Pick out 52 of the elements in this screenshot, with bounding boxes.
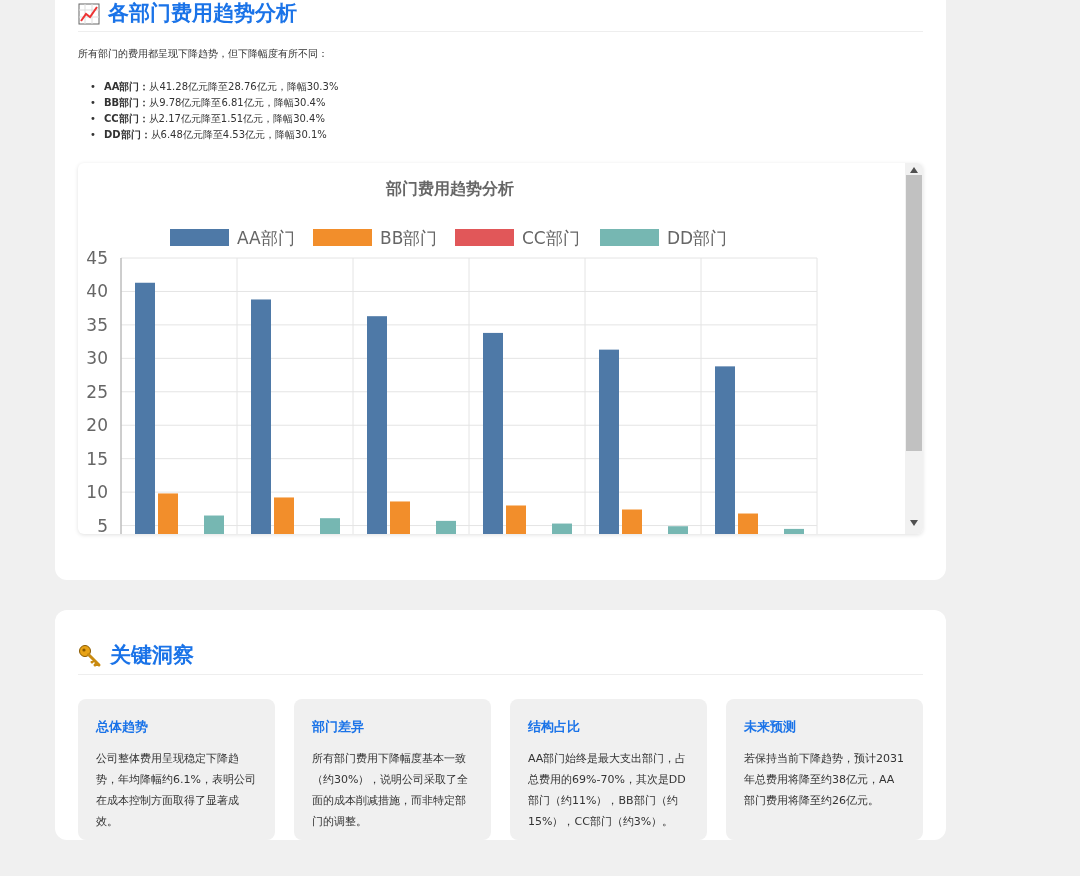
y-axis-label: 5 [97, 515, 108, 535]
card-title: 结构占比 [528, 717, 581, 736]
legend-item[interactable]: DD部门 [600, 228, 728, 249]
card-title: 未来预测 [744, 717, 797, 736]
department-summary: AA部门：从41.28亿元降至28.76亿元，降幅30.3% [103, 80, 339, 95]
bullet: • [90, 96, 96, 111]
legend-label: BB部门 [380, 228, 438, 249]
y-axis-label: 20 [86, 415, 108, 436]
legend-item[interactable]: CC部门 [455, 228, 580, 249]
bullet: • [90, 80, 96, 95]
bar [506, 505, 526, 535]
bar [622, 509, 642, 535]
y-axis-label: 35 [86, 315, 108, 336]
chart-title: 部门费用趋势分析 [386, 179, 514, 199]
department-summary: DD部门：从6.48亿元降至4.53亿元，降幅30.1% [103, 128, 327, 143]
legend-item[interactable]: BB部门 [313, 228, 438, 249]
legend-label: CC部门 [522, 228, 580, 249]
bar [204, 515, 224, 535]
legend-label: AA部门 [237, 228, 295, 249]
legend-label: DD部门 [667, 228, 728, 249]
bar [390, 501, 410, 535]
bar [738, 513, 758, 535]
key-icon [78, 643, 102, 668]
department-summary: CC部门：从2.17亿元降至1.51亿元，降幅30.4% [103, 112, 325, 127]
bar [274, 497, 294, 535]
y-axis-label: 30 [86, 348, 108, 369]
bullet: • [90, 112, 96, 127]
y-axis-label: 40 [86, 281, 108, 302]
department-summary: BB部门：从9.78亿元降至6.81亿元，降幅30.4% [103, 96, 326, 111]
y-axis-label: 45 [86, 248, 108, 269]
card-title: 部门差异 [312, 717, 365, 736]
section-title: 各部门费用趋势分析 [108, 0, 297, 27]
scrollbar[interactable] [905, 163, 923, 535]
bar [436, 521, 456, 535]
legend-item[interactable]: AA部门 [170, 228, 295, 249]
bar [320, 518, 340, 535]
scroll-down-icon[interactable] [910, 520, 918, 527]
section-title: 关键洞察 [110, 642, 194, 670]
card-title: 总体趋势 [96, 717, 149, 736]
y-axis-label: 25 [86, 382, 108, 403]
bar [784, 529, 804, 535]
bullet: • [90, 128, 96, 143]
bar [158, 493, 178, 535]
bar [668, 526, 688, 535]
y-axis-label: 15 [86, 448, 108, 469]
card-text: 所有部门费用下降幅度基本一致（约30%），说明公司采取了全面的成本削减措施，而非特定部门的调整。 [312, 751, 470, 831]
intro-text: 所有部门的费用都呈现下降趋势，但下降幅度有所不同： [78, 47, 329, 62]
card-text: AA部门始终是最大支出部门，占总费用的69%-70%，其次是DD部门（约11%），BB部门（约15%），CC部门（约3%）。 [528, 751, 688, 831]
bar [552, 523, 572, 535]
y-axis-label: 10 [86, 482, 108, 503]
card-text: 公司整体费用呈现稳定下降趋势，年均降幅约6.1%，表明公司在成本控制方面取得了显著成效。 [96, 751, 257, 831]
card-text: 若保持当前下降趋势，预计2031年总费用将降至约38亿元，AA部门费用将降至约26亿元。 [744, 751, 905, 810]
